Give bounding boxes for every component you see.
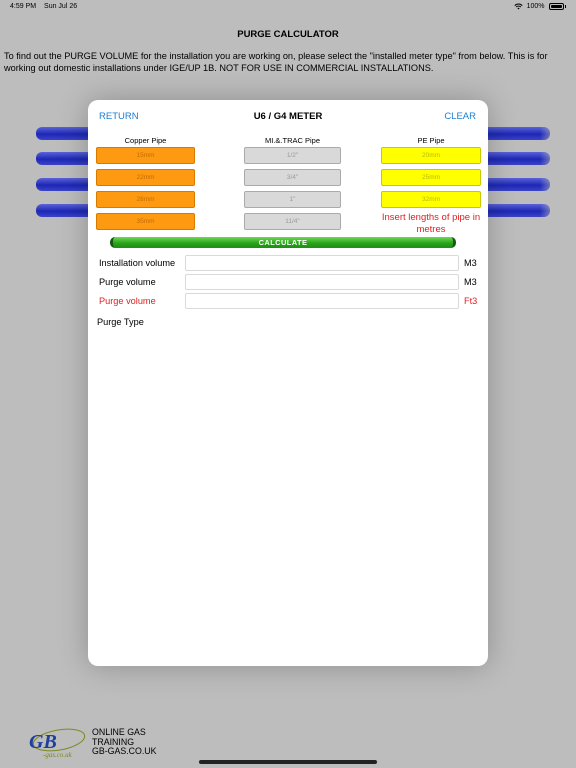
mi-trac-pipe-header: MI.&.TRAC Pipe <box>264 136 320 145</box>
svg-text:-gas.co.uk: -gas.co.uk <box>43 751 73 759</box>
status-indicators: 100% <box>513 3 566 10</box>
intro-text: To find out the PURGE VOLUME for the ins… <box>4 51 548 73</box>
pe-25mm-field[interactable]: 25mm <box>381 169 481 186</box>
pe-20mm-field[interactable]: 20mm <box>381 147 481 164</box>
mi-half-inch-field[interactable]: 1/2" <box>244 147 341 164</box>
background-meter-bar <box>480 127 560 140</box>
mi-three-quarter-inch-field[interactable]: 3/4" <box>244 169 341 186</box>
installation-volume-unit: M3 <box>464 258 477 268</box>
status-time-text: 4:59 PM <box>10 3 37 10</box>
status-time: 4:59 PM Sun Jul 26 <box>10 3 77 10</box>
meter-modal: RETURN U6 / G4 METER CLEAR Copper Pipe M… <box>88 100 488 666</box>
battery-percent: 100% <box>526 3 545 10</box>
footer-line-3: GB-GAS.CO.UK <box>92 746 157 757</box>
background-meter-bar <box>36 178 96 191</box>
purge-type-label: Purge Type <box>97 317 144 327</box>
modal-title: U6 / G4 METER <box>253 111 323 122</box>
background-meter-bar <box>36 152 96 165</box>
background-meter-bar <box>480 204 560 217</box>
pe-pipe-header: PE Pipe <box>417 136 445 145</box>
mi-one-quarter-inch-field[interactable]: 11/4" <box>244 213 341 230</box>
calculate-button[interactable]: CALCULATE <box>110 237 456 248</box>
background-meter-bar <box>36 204 96 217</box>
purge-volume-m3-unit: M3 <box>464 277 477 287</box>
copper-28mm-field[interactable]: 28mm <box>96 191 195 208</box>
background-meter-bar <box>480 152 560 165</box>
background-meter-bar <box>480 178 560 191</box>
purge-volume-ft3-unit: Ft3 <box>464 296 478 306</box>
pe-32mm-field[interactable]: 32mm <box>381 191 481 208</box>
footer-text: ONLINE GAS TRAINING GB-GAS.CO.UK <box>92 727 157 757</box>
home-indicator[interactable] <box>199 760 377 764</box>
copper-22mm-field[interactable]: 22mm <box>96 169 195 186</box>
gb-gas-logo: GB -gas.co.uk <box>29 728 86 759</box>
battery-tip <box>564 5 566 8</box>
pe-length-note: Insert lengths of pipe in metres <box>381 212 481 235</box>
svg-text:GB: GB <box>29 731 57 753</box>
clear-button[interactable]: CLEAR <box>444 111 476 122</box>
wifi-icon <box>513 3 523 10</box>
status-date: Sun Jul 26 <box>44 3 78 10</box>
battery-icon <box>548 3 564 10</box>
installation-volume-label: Installation volume <box>99 258 176 268</box>
installation-volume-field[interactable] <box>185 255 459 271</box>
purge-volume-m3-field[interactable] <box>185 274 459 290</box>
copper-pipe-header: Copper Pipe <box>124 136 167 145</box>
page-title: PURGE CALCULATOR <box>237 29 339 40</box>
copper-35mm-field[interactable]: 35mm <box>96 213 195 230</box>
purge-volume-ft3-label: Purge volume <box>99 296 156 306</box>
status-bar: 4:59 PM Sun Jul 26 100% <box>0 0 576 14</box>
purge-volume-m3-label: Purge volume <box>99 277 156 287</box>
copper-15mm-field[interactable]: 15mm <box>96 147 195 164</box>
modal-header: RETURN U6 / G4 METER CLEAR <box>88 100 488 134</box>
mi-one-inch-field[interactable]: 1" <box>244 191 341 208</box>
background-meter-bar <box>36 127 96 140</box>
purge-volume-ft3-field[interactable] <box>185 293 459 309</box>
